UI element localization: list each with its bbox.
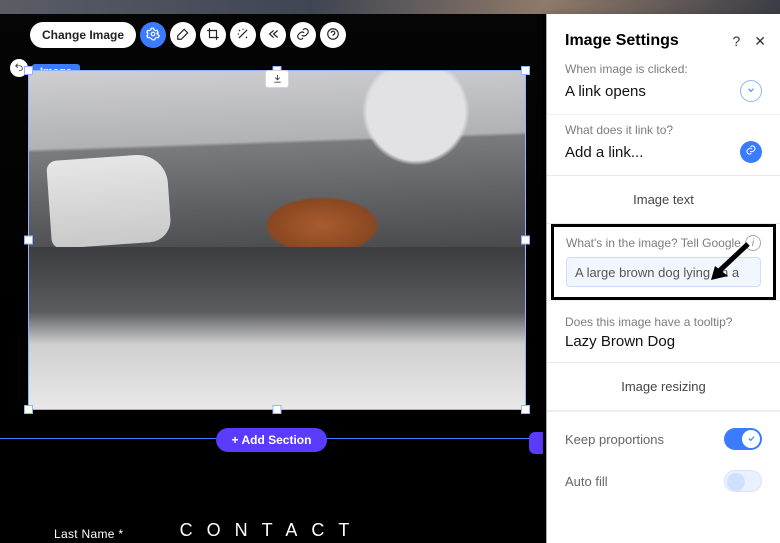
alt-text-input[interactable] [566,257,761,287]
tooltip-section: Does this image have a tooltip? Lazy Bro… [547,300,780,362]
settings-panel: Image Settings ? ✕ When image is clicked… [546,14,780,543]
link-value[interactable]: Add a link... [565,144,643,161]
footer-field-label: Last Name * [54,527,123,541]
resize-handle[interactable] [24,66,33,75]
image-toolbar: Change Image [30,22,346,48]
alt-text-info[interactable]: i [745,235,761,251]
design-button[interactable] [170,22,196,48]
animation-icon [266,27,280,44]
add-section-button[interactable]: + Add Section [216,428,328,452]
image-resizing-header[interactable]: Image resizing [547,362,780,411]
check-icon [747,430,756,448]
auto-fill-label: Auto fill [565,474,608,489]
keep-proportions-toggle[interactable] [724,428,762,450]
help-icon [326,27,340,44]
filters-button[interactable] [230,22,256,48]
resize-handle[interactable] [273,405,282,414]
resize-handle[interactable] [521,66,530,75]
click-action-value[interactable]: A link opens [565,83,646,100]
auto-fill-row: Auto fill [547,466,780,508]
animation-button[interactable] [260,22,286,48]
click-action-section: When image is clicked: A link opens [547,62,780,114]
dog-on-bed-image [29,71,525,409]
link-icon [745,143,757,161]
contact-heading: CONTACT [180,520,364,541]
link-label: What does it link to? [565,123,762,137]
tooltip-value[interactable]: Lazy Brown Dog [565,333,762,350]
resize-handle[interactable] [24,405,33,414]
resize-handle[interactable] [521,236,530,245]
resize-handle[interactable] [521,405,530,414]
download-image-button[interactable] [265,70,289,88]
change-image-button[interactable]: Change Image [30,22,136,48]
panel-close-button[interactable]: ✕ [754,33,766,50]
paintbrush-icon [176,27,190,44]
auto-fill-toggle[interactable] [724,470,762,492]
panel-title: Image Settings [565,32,679,50]
resize-handle[interactable] [24,236,33,245]
add-section-right-stub[interactable] [529,432,543,454]
panel-header: Image Settings ? ✕ [547,14,780,62]
gear-icon [146,27,160,44]
crop-button[interactable] [200,22,226,48]
link-settings-button[interactable] [740,141,762,163]
click-action-label: When image is clicked: [565,62,762,76]
link-section: What does it link to? Add a link... [547,114,780,175]
tooltip-label: Does this image have a tooltip? [565,315,762,329]
crop-icon [206,27,220,44]
alt-text-highlighted-block: What's in the image? Tell Google i [551,224,776,300]
keep-proportions-row: Keep proportions [547,411,780,466]
top-image-strip [0,0,780,14]
click-action-dropdown[interactable] [740,80,762,102]
editor-canvas: Change Image Image + Add Section Last Na… [0,14,543,543]
panel-help-button[interactable]: ? [732,33,740,50]
settings-button[interactable] [140,22,166,48]
link-icon [296,27,310,44]
magic-wand-icon [236,27,250,44]
undo-icon [14,62,24,75]
alt-text-label: What's in the image? Tell Google [566,236,741,250]
help-button[interactable] [320,22,346,48]
selected-image-frame[interactable] [28,70,526,410]
download-icon [272,72,283,87]
chevron-down-icon [746,82,756,100]
link-button[interactable] [290,22,316,48]
keep-proportions-label: Keep proportions [565,432,664,447]
image-text-header[interactable]: Image text [547,175,780,224]
